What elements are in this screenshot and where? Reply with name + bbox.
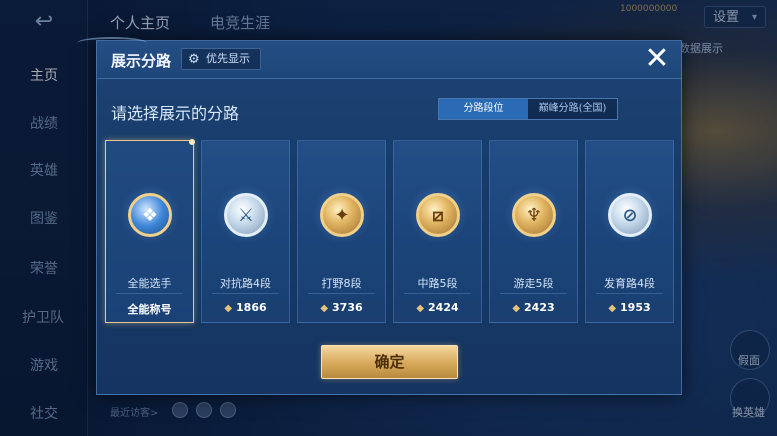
tab-lane-rank[interactable]: 分路段位 [439, 99, 528, 119]
lane-card-score-value: 1953 [620, 301, 651, 314]
priority-display-button[interactable]: ⚙ 优先显示 [181, 48, 261, 70]
lane-card-name: 发育路4段 [604, 277, 655, 290]
farm-lane-emblem-icon: ⊘ [608, 193, 652, 237]
wing-ornament [77, 37, 147, 49]
lane-card[interactable]: ♆ 游走5段 ◆ 2423 [489, 140, 578, 323]
divider [212, 293, 279, 294]
lane-card-score-value: 3736 [332, 301, 363, 314]
lane-card-name: 中路5段 [417, 277, 458, 290]
modal-title: 展示分路 [111, 52, 172, 70]
lane-card-score: ◆ 1953 [586, 301, 673, 314]
lane-card-name: 打野8段 [321, 277, 362, 290]
roam-emblem-icon: ♆ [512, 193, 556, 237]
lane-card-name: 对抗路4段 [220, 277, 271, 290]
confirm-button[interactable]: 确定 [321, 345, 458, 379]
lane-card-score-value: 2424 [428, 301, 459, 314]
lane-card-score: ◆ 2424 [394, 301, 481, 314]
lane-card-score-value: 1866 [236, 301, 267, 314]
divider [308, 293, 375, 294]
tab-peak-lane[interactable]: 巅峰分路(全国) [528, 99, 617, 119]
divider [500, 293, 567, 294]
lane-type-segmented-control: 分路段位 巅峰分路(全国) [438, 98, 618, 120]
mid-lane-emblem-icon: ⧄ [416, 193, 460, 237]
lane-card-score: ◆ 2423 [490, 301, 577, 314]
divider [404, 293, 471, 294]
divider [596, 293, 663, 294]
jungle-emblem-icon: ✦ [320, 193, 364, 237]
modal-subtitle: 请选择展示的分路 [111, 104, 240, 123]
modal-header: 展示分路 ⚙ 优先显示 ✕ [77, 37, 681, 79]
priority-display-label: 优先显示 [206, 52, 250, 65]
lane-card-name: 游走5段 [513, 277, 554, 290]
close-icon[interactable]: ✕ [643, 44, 671, 74]
lane-display-modal: 展示分路 ⚙ 优先显示 ✕ 请选择展示的分路 分路段位 巅峰分路(全国) ❖ 全能… [77, 37, 682, 395]
lane-card[interactable]: ❖ 全能选手全能称号 [105, 139, 195, 323]
score-diamond-icon: ◆ [224, 303, 233, 314]
lane-card[interactable]: ⧄ 中路5段 ◆ 2424 [393, 140, 482, 323]
clash-lane-emblem-icon: ⚔ [224, 193, 268, 237]
score-diamond-icon: ◆ [320, 303, 329, 314]
lane-card[interactable]: ⚔ 对抗路4段 ◆ 1866 [201, 140, 290, 323]
all-round-emblem-icon: ❖ [128, 193, 172, 237]
lane-cards: ❖ 全能选手 全能称号 ⚔ 对抗路4段 ◆ 1866 ✦ 打野8段 ◆ 3736 ⧄ 中路5段 ◆ 2424… [105, 139, 675, 324]
score-diamond-icon: ◆ [416, 303, 425, 314]
lane-card-score-value: 2423 [524, 301, 555, 314]
lane-card[interactable]: ⊘ 发育路4段 ◆ 1953 [585, 140, 674, 323]
lane-card[interactable]: ✦ 打野8段 ◆ 3736 [297, 140, 386, 323]
lane-card-score: 全能称号 [106, 301, 193, 317]
divider [116, 293, 183, 294]
lane-card-score: ◆ 1866 [202, 301, 289, 314]
score-diamond-icon: ◆ [512, 303, 521, 314]
lane-card-score-value: 全能称号 [127, 303, 172, 316]
lane-card-name: 全能选手 [127, 277, 172, 290]
gear-icon: ⚙ [188, 52, 200, 67]
score-diamond-icon: ◆ [608, 303, 617, 314]
lane-card-score: ◆ 3736 [298, 301, 385, 314]
selected-corner-marker [189, 139, 195, 145]
